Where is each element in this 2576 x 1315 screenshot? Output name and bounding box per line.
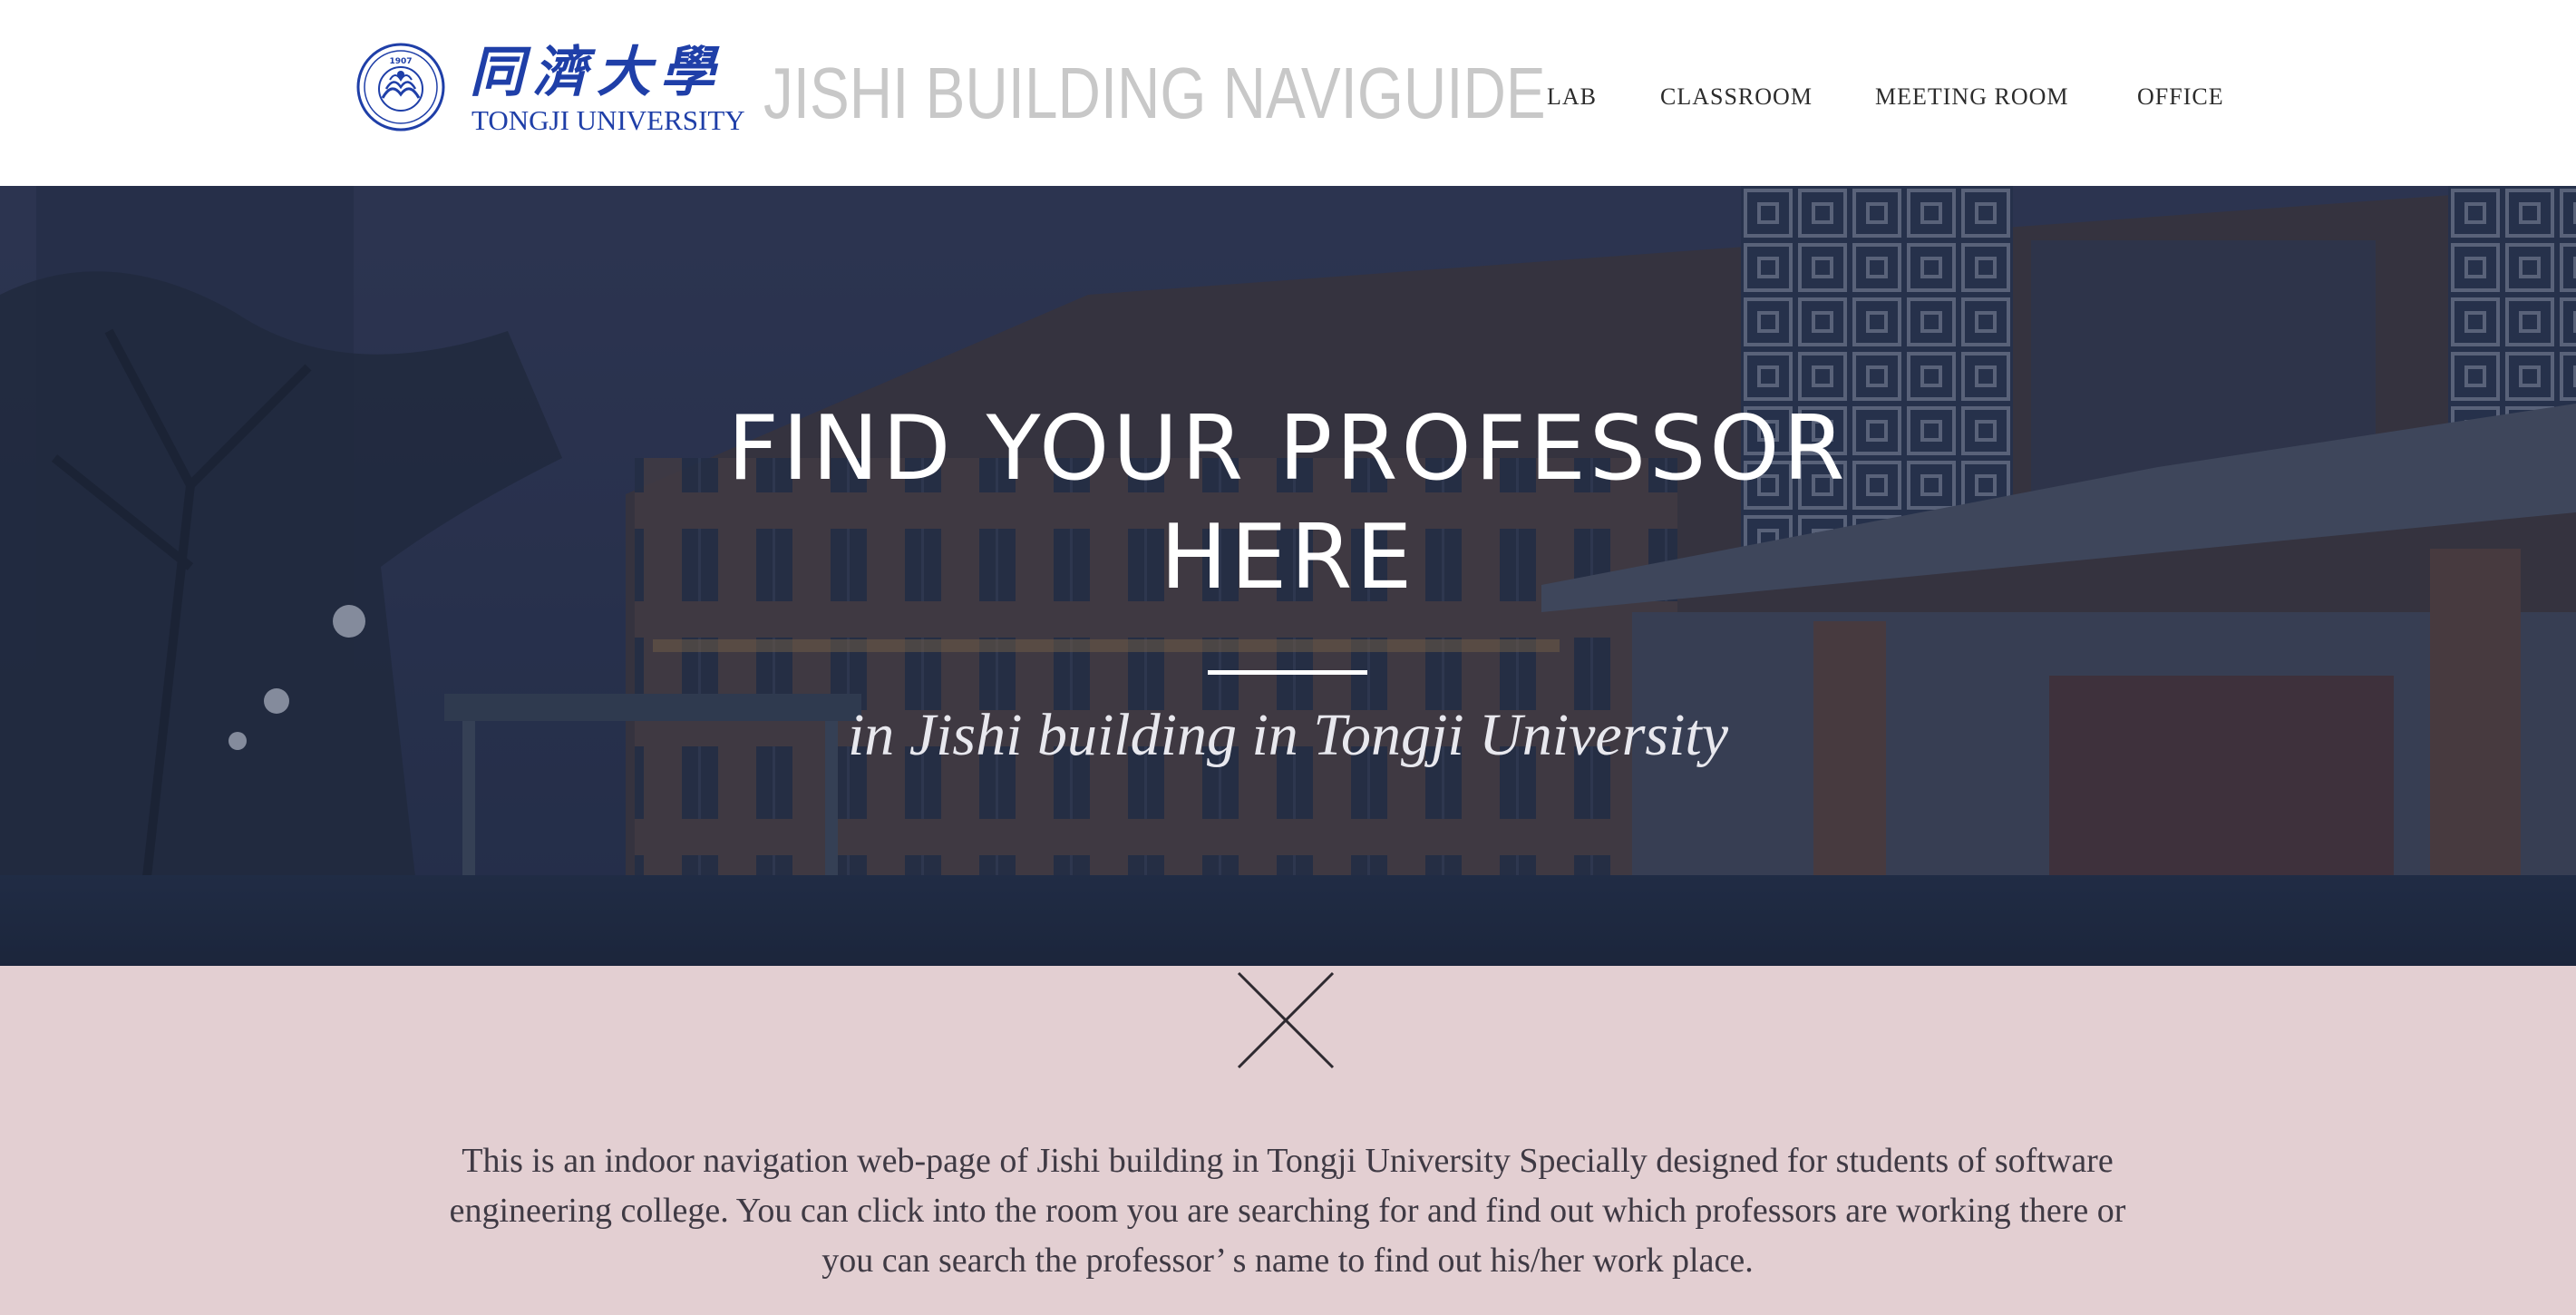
about-section: This is an indoor navigation web-page of… [0, 966, 2576, 1315]
logo-english-name: TONGJI UNIVERSITY [471, 104, 745, 136]
hero-title-line1: FIND YOUR PROFESSOR [727, 397, 1849, 501]
hero-divider [1208, 670, 1367, 675]
nav-lab[interactable]: LAB [1547, 83, 1597, 111]
hero-subtitle: in Jishi building in Tongji University [847, 702, 1729, 768]
tongji-logo[interactable]: 1907 同濟大學 TONGJI UNIVERSITY [355, 40, 745, 140]
about-line-3: you can search the professor’ s name to … [821, 1242, 1754, 1280]
hero-section: FIND YOUR PROFESSOR HERE in Jishi buildi… [0, 186, 2576, 966]
nav-office[interactable]: OFFICE [2137, 83, 2224, 111]
hero-title: FIND YOUR PROFESSOR HERE [0, 394, 2576, 612]
header: 1907 同濟大學 TONGJI UNIVERSITY JISHI BUILDI… [0, 0, 2576, 186]
nav-classroom[interactable]: CLASSROOM [1660, 83, 1813, 111]
logo-chinese-name: 同濟大學 [470, 41, 724, 104]
hero-title-line2: HERE [1160, 506, 1416, 609]
about-line-1: This is an indoor navigation web-page of… [462, 1142, 2114, 1180]
about-line-2: engineering college. You can click into … [449, 1192, 2126, 1230]
cross-icon [1237, 971, 1335, 1069]
about-description: This is an indoor navigation web-page of… [335, 1136, 2240, 1286]
university-seal-icon: 1907 [356, 43, 445, 132]
nav-meeting-room[interactable]: MEETING ROOM [1875, 83, 2069, 111]
site-title[interactable]: JISHI BUILDING NAVIGUIDE [763, 53, 1546, 134]
seal-year: 1907 [389, 57, 412, 66]
